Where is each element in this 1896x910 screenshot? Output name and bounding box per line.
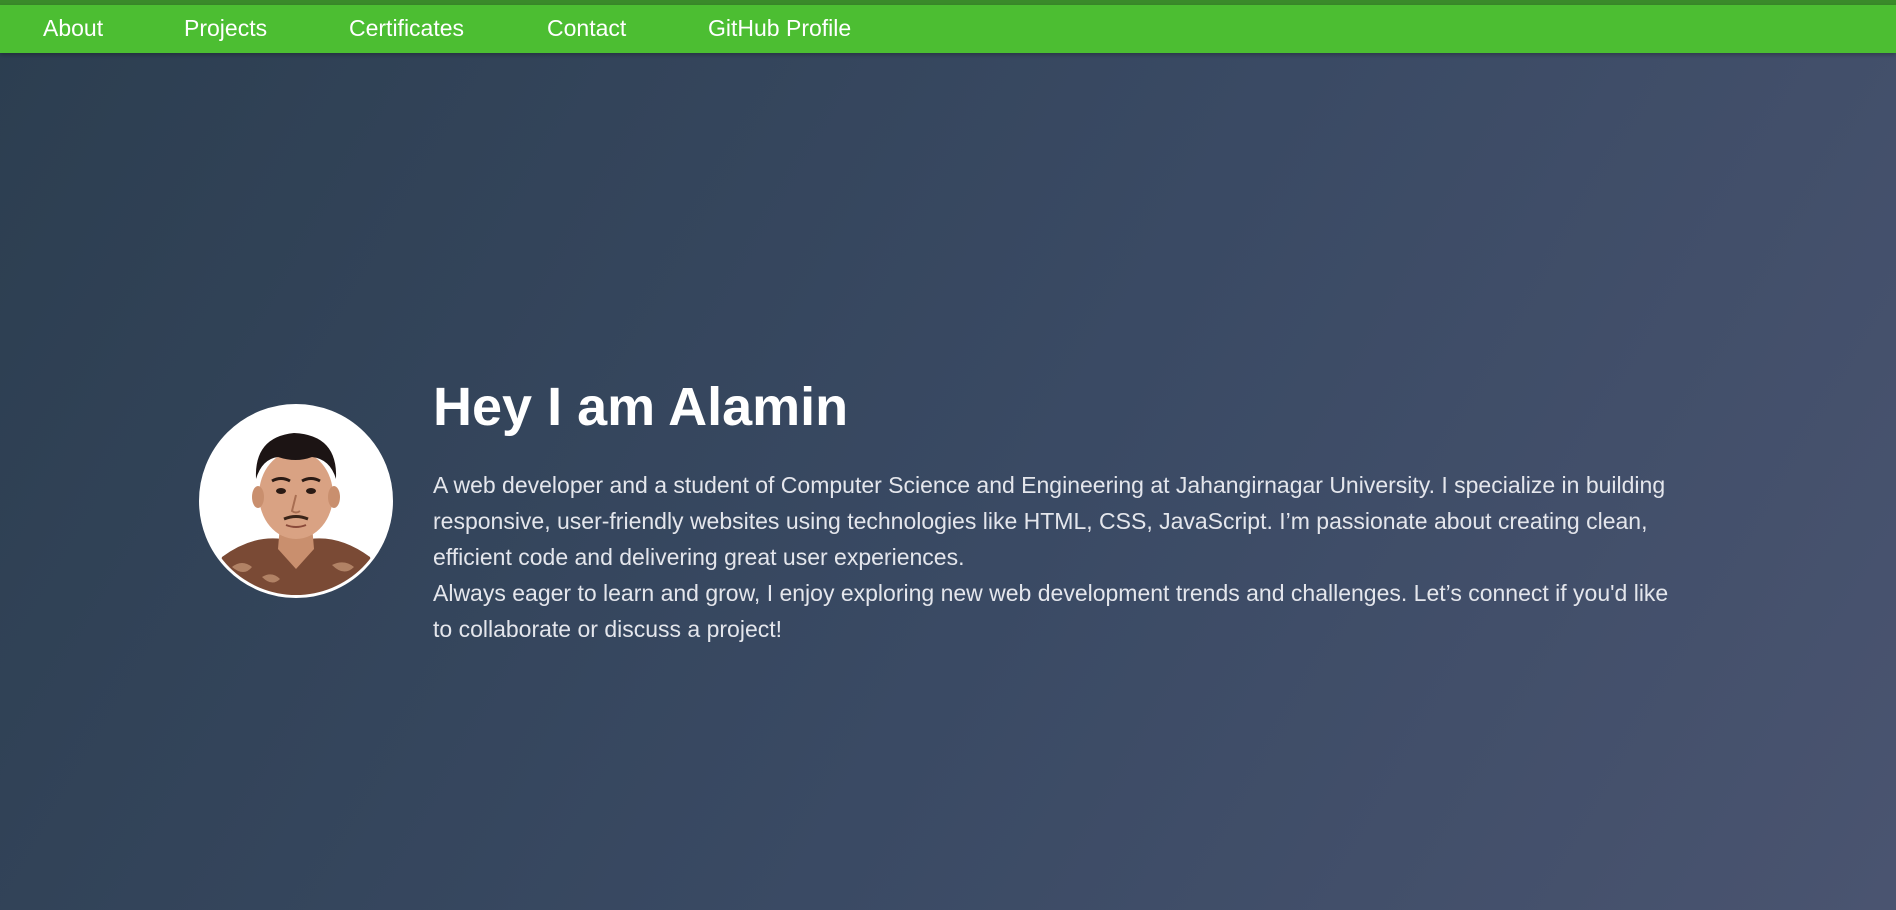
hero-title: Hey I am Alamin xyxy=(433,377,849,437)
nav-link-projects[interactable]: Projects xyxy=(184,15,267,42)
top-navbar: About Projects Certificates Contact GitH… xyxy=(0,5,1896,53)
hero-paragraph-connect: Always eager to learn and grow, I enjoy … xyxy=(433,580,1669,642)
nav-link-certificates[interactable]: Certificates xyxy=(349,15,464,42)
hero-section: Hey I am Alamin A web developer and a st… xyxy=(0,53,1896,910)
nav-link-github-profile[interactable]: GitHub Profile xyxy=(708,15,851,42)
profile-photo-illustration xyxy=(202,407,390,595)
hero-paragraph-intro: A web developer and a student of Compute… xyxy=(433,472,1666,570)
nav-link-about[interactable]: About xyxy=(43,15,103,42)
profile-avatar xyxy=(199,404,393,598)
nav-link-contact[interactable]: Contact xyxy=(547,15,626,42)
hero-description: A web developer and a student of Compute… xyxy=(433,467,1693,647)
